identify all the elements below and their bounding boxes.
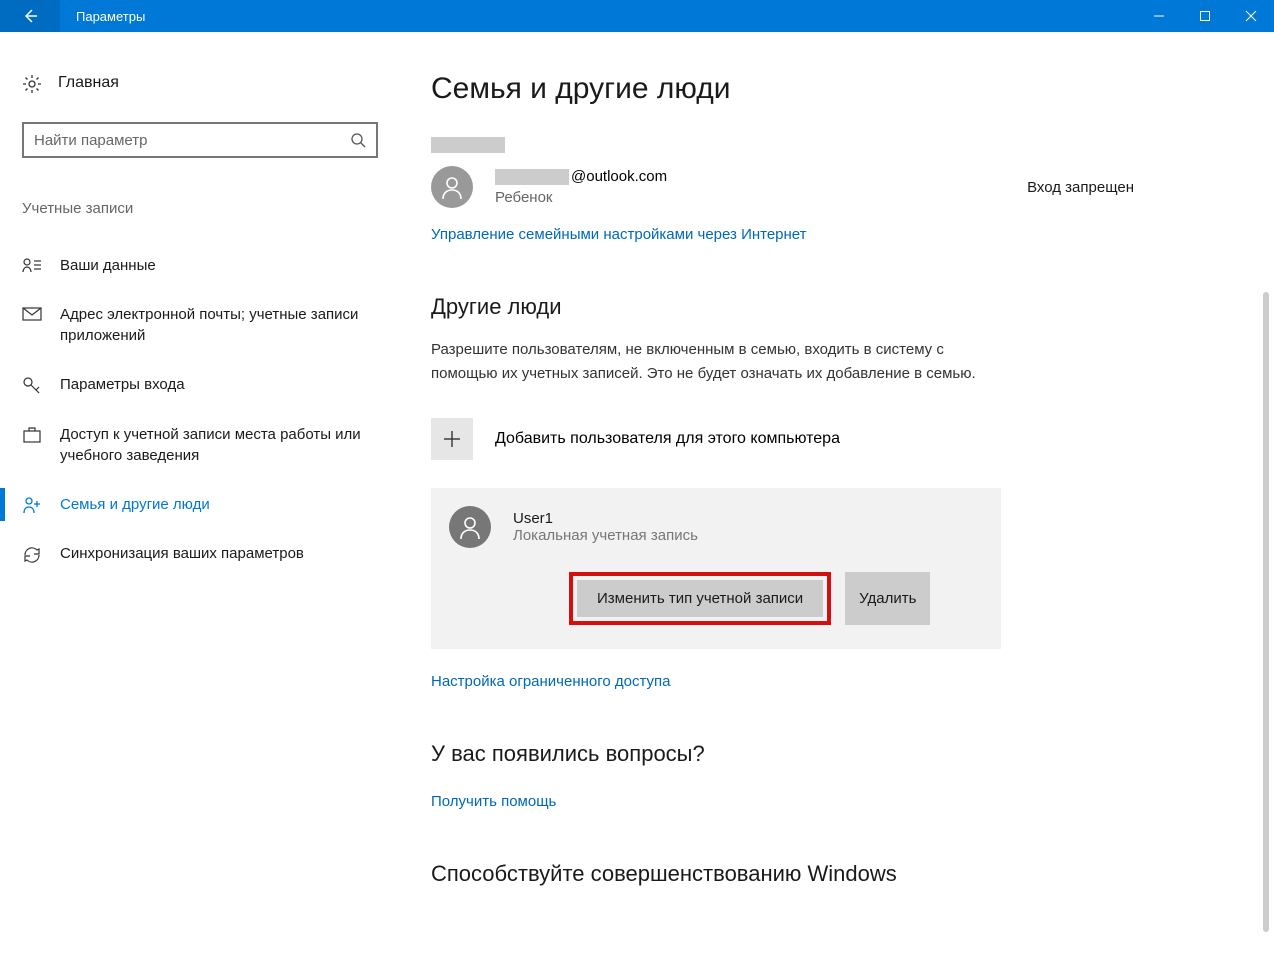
window-controls [1136,0,1274,32]
add-user-row[interactable]: Добавить пользователя для этого компьюте… [431,418,1234,460]
feedback-heading: Способствуйте совершенствованию Windows [431,861,1234,887]
delete-user-button[interactable]: Удалить [845,572,930,625]
user-card: User1 Локальная учетная запись Изменить … [431,488,1001,649]
person-icon [457,514,483,540]
other-people-desc: Разрешите пользователям, не включенным в… [431,338,991,386]
avatar [449,506,491,548]
scrollbar-thumb[interactable] [1263,292,1269,932]
member-email: @outlook.com [495,168,667,185]
change-account-type-button[interactable]: Изменить тип учетной записи [577,580,823,617]
nav-item-label: Адрес электронной почты; учетные записи … [60,304,392,346]
manage-family-link[interactable]: Управление семейными настройками через И… [431,226,807,243]
maximize-button[interactable] [1182,0,1228,32]
back-button[interactable] [0,0,60,32]
family-member-row[interactable]: @outlook.com Ребенок Вход запрещен [431,166,1234,208]
person-icon [439,174,465,200]
minimize-icon [1153,10,1165,22]
user-row[interactable]: User1 Локальная учетная запись [449,506,981,548]
envelope-icon [22,306,42,322]
masked-text [495,169,569,185]
nav-item-signin-options[interactable]: Параметры входа [22,360,392,410]
maximize-icon [1199,10,1211,22]
sync-icon [22,545,42,565]
highlight-box: Изменить тип учетной записи [569,572,831,625]
nav-item-label: Синхронизация ваших параметров [60,543,392,564]
briefcase-icon [22,426,42,444]
questions-heading: У вас появились вопросы? [431,741,1234,767]
key-icon [22,376,42,396]
main-content: Семья и другие люди @outlook.com Ребенок… [395,32,1274,957]
home-label: Главная [58,74,119,92]
search-placeholder: Найти параметр [34,132,148,149]
titlebar: Параметры [0,0,1274,32]
search-input[interactable]: Найти параметр [22,122,378,158]
add-user-label: Добавить пользователя для этого компьюте… [495,430,840,448]
masked-text [431,137,505,153]
nav-item-email-accounts[interactable]: Адрес электронной почты; учетные записи … [22,290,392,360]
window-title: Параметры [60,9,145,24]
get-help-link[interactable]: Получить помощь [431,793,556,810]
plus-icon [431,418,473,460]
minimize-button[interactable] [1136,0,1182,32]
id-card-icon [22,257,42,273]
nav-item-family[interactable]: Семья и другие люди [22,480,392,529]
nav-item-your-info[interactable]: Ваши данные [22,241,392,290]
scrollbar[interactable] [1263,32,1271,957]
other-people-heading: Другие люди [431,294,1234,320]
avatar [431,166,473,208]
user-type: Локальная учетная запись [513,527,698,544]
member-role: Ребенок [495,189,667,206]
nav-item-sync[interactable]: Синхронизация ваших параметров [22,529,392,579]
nav-item-label: Ваши данные [60,255,392,276]
nav-item-work-access[interactable]: Доступ к учетной записи места работы или… [22,410,392,480]
section-label: Учетные записи [22,200,395,217]
member-status: Вход запрещен [1027,179,1134,196]
arrow-left-icon [21,7,39,25]
nav-item-label: Доступ к учетной записи места работы или… [60,424,392,466]
search-icon [350,132,366,148]
gear-icon [22,74,42,94]
user-name: User1 [513,510,698,527]
close-button[interactable] [1228,0,1274,32]
restricted-access-link[interactable]: Настройка ограниченного доступа [431,673,671,690]
people-icon [22,496,42,514]
nav-item-label: Семья и другие люди [60,494,392,515]
home-link[interactable]: Главная [22,72,395,94]
page-title: Семья и другие люди [431,72,1234,106]
nav-item-label: Параметры входа [60,374,392,395]
close-icon [1245,10,1257,22]
sidebar: Главная Найти параметр Учетные записи Ва… [0,32,395,957]
